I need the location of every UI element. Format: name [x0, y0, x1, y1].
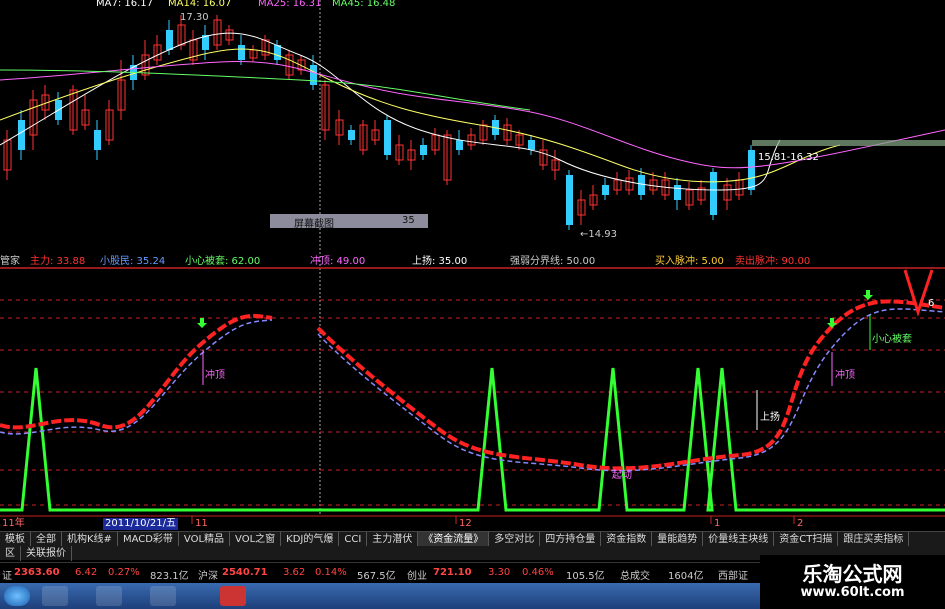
legend-ma45: MA45: 16.48 — [332, 0, 396, 9]
tab-vol-jingpin[interactable]: VOL精品 — [179, 532, 231, 547]
label-qidong: 起动 — [612, 470, 632, 481]
ticker-total-label: 总成交 — [620, 571, 650, 582]
tab-kdj[interactable]: KDJ的气爆 — [281, 532, 340, 547]
tab-guanlian[interactable]: 关联报价 — [21, 546, 72, 561]
ticker-cy-pct: 0.46% — [522, 567, 554, 578]
screenshot-value: 35 — [402, 215, 415, 226]
tab-zijin-liuliang[interactable]: 《资金流量》 — [418, 532, 490, 547]
ticker-total-vol: 1604亿 — [668, 571, 704, 582]
tab-sifang[interactable]: 四方持仓量 — [540, 532, 602, 547]
tab-jialiang[interactable]: 价量线主块线 — [703, 532, 775, 547]
axis-label-2: 2 — [797, 518, 804, 529]
legend-ma14: MA14: 16.07 — [168, 0, 232, 9]
ticker-cy-label: 创业 — [407, 571, 427, 582]
label-shangyang: 上扬 — [760, 412, 780, 423]
ticker-sh-pct: 0.27% — [108, 567, 140, 578]
watermark: 乐淘公式网 www.60lt.com — [760, 555, 945, 609]
ticker-cy-price: 721.10 — [433, 567, 472, 578]
app-icon[interactable] — [220, 586, 246, 606]
date-box[interactable]: 2011/10/21/五 — [103, 518, 179, 530]
indicator-lines — [0, 299, 945, 472]
tab-zijin-zhishu[interactable]: 资金指数 — [601, 532, 653, 547]
ticker-hs-price: 2540.71 — [222, 567, 268, 578]
ticker-cy-vol: 105.5亿 — [566, 571, 605, 582]
ticker-cy-change: 3.30 — [488, 567, 511, 578]
ticker-hs-vol: 567.5亿 — [357, 571, 396, 582]
tab-vol-zhichuang[interactable]: VOL之窗 — [230, 532, 282, 547]
moving-average-legend: MA7: 16.17 MA14: 16.07 MA25: 16.31 MA45:… — [0, 0, 945, 10]
price-low-label: ←14.93 — [580, 229, 618, 240]
ticker-sh-vol: 823.1亿 — [150, 571, 189, 582]
tab-jigou[interactable]: 机构K线# — [62, 532, 118, 547]
ticker-hs-label: 沪深 — [198, 571, 218, 582]
ind-xiaogumin: 小股民: 35.24 — [100, 256, 166, 267]
label-top-right: 6 — [928, 298, 935, 309]
tab-zhuli[interactable]: 主力潜伏 — [367, 532, 419, 547]
ticker-sh-price: 2363.60 — [14, 567, 60, 578]
label-xiaoxin: 小心被套 — [872, 334, 912, 345]
screenshot-tooltip: 屏幕截图 35 — [270, 214, 428, 230]
ticker-hs-change: 3.62 — [283, 567, 306, 578]
label-chongding-1: 冲顶 — [205, 370, 225, 381]
ind-maichu: 卖出脉冲: 90.00 — [735, 256, 811, 267]
range-highlight-bar — [752, 140, 945, 146]
ind-xiaoxin: 小心被套: 62.00 — [185, 256, 261, 267]
tab-duokong[interactable]: 多空对比 — [489, 532, 541, 547]
price-range-label: 15.81-16.32 — [758, 152, 819, 163]
label-chongding-2: 冲顶 — [835, 370, 855, 381]
tab-liangneng[interactable]: 量能趋势 — [652, 532, 704, 547]
candlesticks — [3, 15, 755, 230]
ticker-hs-pct: 0.14% — [315, 567, 347, 578]
stock-chart-window: MA7: 16.17 MA14: 16.07 MA25: 16.31 MA45:… — [0, 0, 945, 609]
tab-moban[interactable]: 模板 — [0, 532, 31, 547]
axis-label-1: 1 — [714, 518, 721, 529]
media-icon[interactable] — [150, 586, 176, 606]
ind-qiangruo: 强弱分界线: 50.00 — [510, 256, 596, 267]
ind-guanjia: 管家 — [0, 256, 20, 267]
ie-icon[interactable] — [42, 586, 68, 606]
ind-zhuli: 主力: 33.88 — [30, 256, 86, 267]
legend-ma25: MA25: 16.31 — [258, 0, 322, 9]
ticker-sh-label: 证 — [2, 571, 12, 582]
ticker-sh-change: 6.42 — [75, 567, 98, 578]
tab-macd[interactable]: MACD彩带 — [118, 532, 179, 547]
axis-label-11: 11 — [195, 518, 208, 529]
indicator-tabs: 模板 全部 机构K线# MACD彩带 VOL精品 VOL之窗 KDJ的气爆 CC… — [0, 531, 945, 547]
legend-ma7: MA7: 16.17 — [96, 0, 154, 9]
price-high-label: 17.30 — [180, 12, 209, 23]
pulse-lines — [0, 367, 945, 512]
watermark-url: www.60lt.com — [800, 585, 905, 600]
tab-zijin-ct[interactable]: 资金CT扫描 — [774, 532, 839, 547]
watermark-title: 乐淘公式网 — [802, 562, 903, 586]
green-arrow-icon — [197, 290, 873, 328]
tab-quanbu[interactable]: 全部 — [31, 532, 62, 547]
screenshot-label: 屏幕截图 — [294, 219, 334, 230]
ticker-xibu: 西部证 — [718, 571, 748, 582]
indicator-grid — [0, 299, 945, 506]
indicator-legend: 管家 主力: 33.88 小股民: 35.24 小心被套: 62.00 冲顶: … — [0, 252, 945, 267]
ind-chongding: 冲顶: 49.00 — [310, 256, 366, 267]
axis-label-12: 12 — [459, 518, 472, 529]
tab-cci[interactable]: CCI — [339, 532, 368, 547]
ind-shangyang: 上扬: 35.00 — [412, 256, 468, 267]
start-button[interactable] — [4, 586, 30, 606]
tab-genzhuang[interactable]: 跟庄买卖指标 — [838, 532, 910, 547]
ind-mairu: 买入脉冲: 5.00 — [655, 256, 724, 267]
tab-qu[interactable]: 区 — [0, 546, 21, 561]
axis-label-11nian: 11年 — [2, 518, 25, 529]
folder-icon[interactable] — [96, 586, 122, 606]
